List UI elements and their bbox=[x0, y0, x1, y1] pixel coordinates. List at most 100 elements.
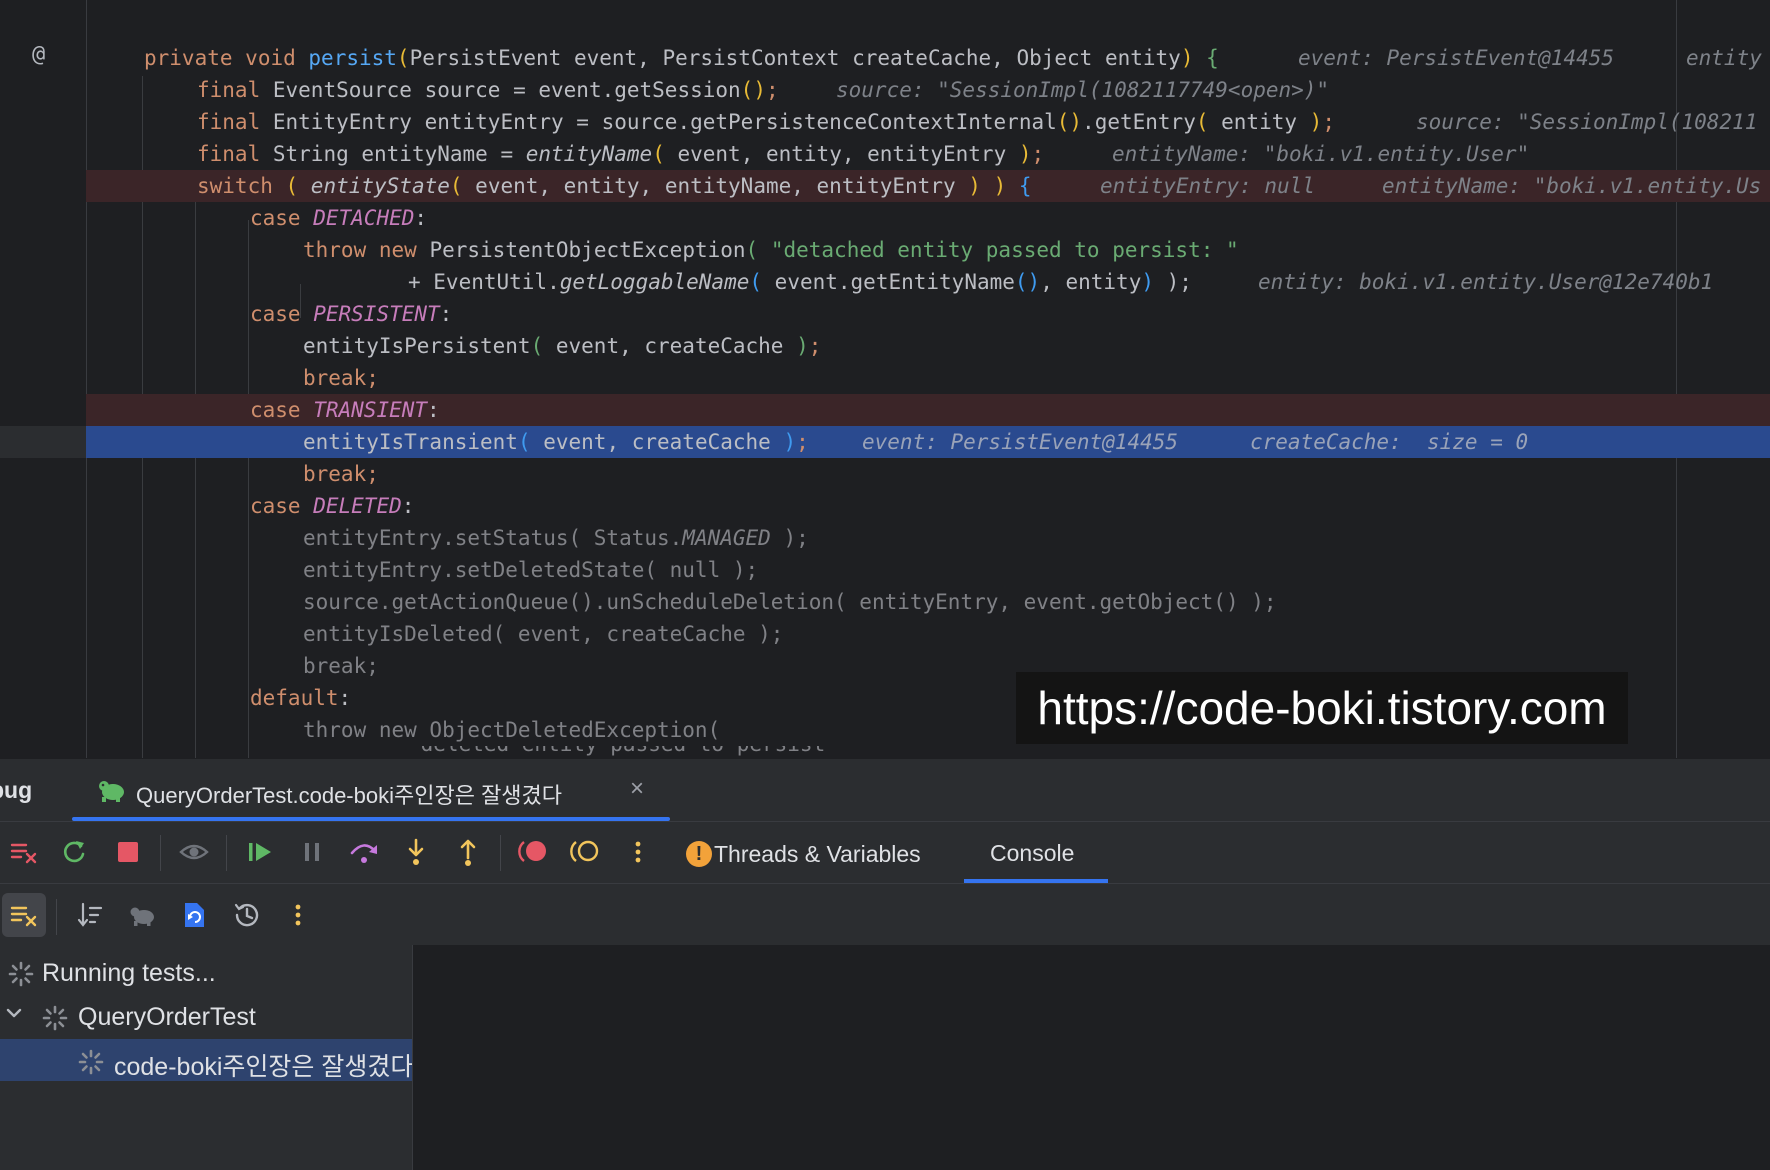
code-line[interactable]: entityIsPersistent( event, createCache )… bbox=[0, 330, 1770, 362]
test-tree[interactable]: Running tests... QueryOrderTest code-bok… bbox=[0, 945, 413, 1170]
tab-threads-variables[interactable]: ! Threads & Variables bbox=[686, 834, 921, 874]
history-icon[interactable] bbox=[228, 897, 264, 933]
step-out-icon[interactable] bbox=[450, 834, 486, 870]
pause-icon[interactable] bbox=[294, 834, 330, 870]
more-options-icon[interactable] bbox=[620, 834, 656, 870]
method-call: entityState bbox=[310, 174, 450, 198]
method-call: getLoggableName bbox=[559, 270, 750, 294]
inline-debug-value: event: PersistEvent@14455 bbox=[1298, 46, 1615, 70]
semicolon: ; bbox=[366, 366, 379, 390]
keyword: case bbox=[250, 494, 301, 518]
test-icon[interactable] bbox=[124, 897, 160, 933]
paren: ) bbox=[1180, 46, 1194, 70]
test-status-row[interactable]: Running tests... bbox=[0, 951, 412, 993]
colon: : bbox=[427, 398, 440, 422]
code-line[interactable]: break; bbox=[0, 362, 1770, 394]
parameters: PersistEvent event, PersistContext creat… bbox=[409, 46, 1181, 70]
code-line[interactable]: + EventUtil.getLoggableName( event.getEn… bbox=[0, 266, 1770, 298]
code-line[interactable]: case DELETED: bbox=[0, 490, 1770, 522]
spinner-icon bbox=[42, 1005, 68, 1031]
view-breakpoints-icon[interactable] bbox=[176, 834, 212, 870]
paren: ( bbox=[1195, 110, 1209, 134]
code-line[interactable]: entityEntry.setStatus( Status.MANAGED ); bbox=[0, 522, 1770, 554]
paren: ( bbox=[449, 174, 463, 198]
paren: ( bbox=[517, 430, 531, 454]
debug-session-tab[interactable]: QueryOrderTest.code-boki주인장은 잘생겼다 × bbox=[72, 759, 670, 821]
show-passed-toggle-icon[interactable] bbox=[6, 897, 42, 933]
code-line[interactable]: final EventSource source = event.getSess… bbox=[0, 74, 1770, 106]
breakpoint-line[interactable]: case TRANSIENT: bbox=[0, 394, 1770, 426]
code-line[interactable]: entityEntry.setDeletedState( null ); bbox=[0, 554, 1770, 586]
code-line[interactable]: break; bbox=[0, 458, 1770, 490]
chevron-down-icon[interactable] bbox=[4, 1003, 24, 1023]
colon: : bbox=[401, 494, 415, 518]
inline-debug-value: entity: boki.v1.entity.User@12e740b1 bbox=[1258, 270, 1714, 294]
paren: ( bbox=[745, 238, 759, 262]
code-line[interactable]: entityIsDeleted( event, createCache ); bbox=[0, 618, 1770, 650]
code-line[interactable]: "deleted entity passed to persist" bbox=[0, 746, 1770, 758]
debug-tool-window: bug QueryOrderTest.code-boki주인장은 잘생겼다 × bbox=[0, 758, 1770, 1170]
test-runner-toolbar bbox=[0, 883, 1770, 945]
debug-title-bar: bug QueryOrderTest.code-boki주인장은 잘생겼다 × bbox=[0, 759, 1770, 822]
inline-debug-value: entityName: "boki.v1.entity.Us bbox=[1382, 174, 1762, 198]
resume-icon[interactable] bbox=[242, 834, 278, 870]
colon: : bbox=[439, 302, 453, 326]
console-output[interactable] bbox=[413, 945, 1770, 1170]
code-text: , entity bbox=[1040, 270, 1142, 294]
rerun-icon[interactable] bbox=[56, 834, 92, 870]
step-into-icon[interactable] bbox=[398, 834, 434, 870]
method-call: entityIsPersistent bbox=[303, 334, 531, 358]
paren: ) bbox=[980, 174, 1019, 198]
export-results-icon[interactable] bbox=[176, 897, 212, 933]
enum-constant: DETACHED bbox=[313, 206, 415, 230]
code-line[interactable]: final String entityName = entityName( ev… bbox=[0, 138, 1770, 170]
string-literal: "detached entity passed to persist: " bbox=[758, 238, 1239, 262]
code-line[interactable]: case PERSISTENT: bbox=[0, 298, 1770, 330]
code-line[interactable]: final EntityEntry entityEntry = source.g… bbox=[0, 106, 1770, 138]
code-line[interactable]: source.getActionQueue().unScheduleDeleti… bbox=[0, 586, 1770, 618]
code-text: .getEntry bbox=[1082, 110, 1196, 134]
tab-console[interactable]: Console bbox=[964, 821, 1108, 883]
step-over-icon[interactable] bbox=[346, 834, 382, 870]
code-text: String entityName = bbox=[272, 142, 526, 166]
code-text: source.getActionQueue().unScheduleDeleti… bbox=[303, 590, 1277, 614]
tool-window-name: bug bbox=[0, 777, 33, 803]
brace: { bbox=[1206, 46, 1219, 70]
view-breakpoints-dot-icon[interactable] bbox=[516, 834, 552, 870]
breakpoint-line[interactable]: switch ( entityState( event, entity, ent… bbox=[0, 170, 1770, 202]
class-name: PersistentObjectException bbox=[429, 238, 746, 262]
close-icon[interactable]: × bbox=[630, 775, 644, 803]
clear-breakpoints-icon[interactable] bbox=[6, 834, 42, 870]
running-tests-label: Running tests... bbox=[42, 959, 216, 987]
inline-debug-value: event: PersistEvent@14455 bbox=[862, 430, 1179, 454]
paren: ) bbox=[968, 174, 981, 198]
code-text: + EventUtil. bbox=[408, 270, 560, 294]
sort-icon[interactable] bbox=[72, 897, 108, 933]
paren: ( bbox=[749, 270, 763, 294]
code-text: entity bbox=[1208, 110, 1310, 134]
test-class-row[interactable]: QueryOrderTest bbox=[0, 995, 412, 1037]
stop-icon[interactable] bbox=[110, 834, 146, 870]
paren: () bbox=[1014, 270, 1041, 294]
tab-label: Console bbox=[990, 840, 1075, 866]
paren: () bbox=[1056, 110, 1083, 134]
semicolon: ; bbox=[796, 430, 809, 454]
code-text: entityEntry.setStatus( Status. bbox=[303, 526, 683, 550]
code-editor[interactable]: @ private void persist(PersistEvent even… bbox=[0, 0, 1770, 758]
more-options-icon[interactable] bbox=[280, 897, 316, 933]
toolbar-separator bbox=[226, 835, 227, 871]
spinner-icon bbox=[8, 961, 34, 987]
code-line[interactable]: case DETACHED: bbox=[0, 202, 1770, 234]
mute-breakpoints-icon[interactable] bbox=[568, 834, 604, 870]
keyword: final bbox=[197, 110, 261, 134]
code-line[interactable]: private void persist(PersistEvent event,… bbox=[0, 42, 1770, 74]
test-method-row[interactable]: code-boki주인장은 잘생겼다 bbox=[0, 1039, 412, 1081]
paren: ( bbox=[272, 174, 311, 198]
code-line[interactable]: throw new PersistentObjectException( "de… bbox=[0, 234, 1770, 266]
code-text: entityIsDeleted( event, createCache ); bbox=[303, 622, 784, 646]
code-text: ); bbox=[1154, 270, 1192, 294]
paren: ) bbox=[1141, 270, 1155, 294]
execution-point-line[interactable]: entityIsTransient( event, createCache );… bbox=[0, 426, 1770, 458]
code-text: entityEntry.setDeletedState( null ); bbox=[303, 558, 759, 582]
semicolon: ; bbox=[808, 334, 822, 358]
